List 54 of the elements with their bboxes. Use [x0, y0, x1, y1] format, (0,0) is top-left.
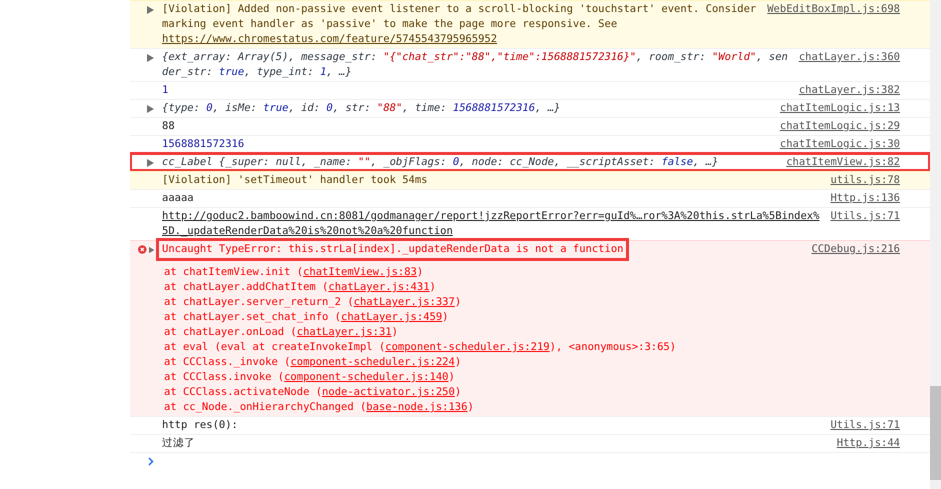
stack-frame: at eval (eval at createInvokeImpl (component-scheduler.js:219), <anonymous>:3:65): [164, 340, 900, 355]
message-text: 过滤了: [162, 437, 195, 449]
stack-frame: at CCClass._invoke (component-scheduler.js:224): [164, 355, 900, 370]
object-preview[interactable]: cc_Label {_super: null, _name: "", _objFlags: 0, node: cc_Node, __scriptAsset: false, …}: [162, 155, 778, 170]
stack-link[interactable]: chatLayer.js:459: [341, 311, 442, 323]
expand-triangle-icon[interactable]: [147, 104, 154, 112]
message-text: [Violation] 'setTimeout' handler took 54ms: [162, 174, 428, 186]
stack-frame: at chatLayer.server_return_2 (chatLayer.js:337): [164, 295, 900, 310]
message-text: 1568881572316: [162, 138, 244, 150]
message-text: 1: [162, 84, 168, 96]
stack-link[interactable]: component-scheduler.js:224: [290, 356, 455, 368]
source-link[interactable]: chatItemLogic.js:30: [780, 137, 900, 152]
stack-link[interactable]: chatLayer.js:31: [296, 326, 392, 338]
error-text: Uncaught TypeError: this.strLa[index]._updateRenderData is not a function: [156, 238, 630, 261]
object-preview[interactable]: {ext_array: Array(5), message_str: "{"chat_str":"88","time":1568881572316}", room_str: "World", sender_str: true, type_int: 1, …}: [162, 50, 791, 80]
stack-link[interactable]: component-scheduler.js:219: [385, 341, 550, 353]
source-link[interactable]: CCDebug.js:216: [811, 242, 900, 257]
stack-frame: at CCClass.invoke (component-scheduler.js:140): [164, 370, 900, 385]
expand-triangle-icon[interactable]: [147, 6, 154, 14]
stack-link[interactable]: chatLayer.js:431: [328, 281, 430, 293]
stack-link[interactable]: base-node.js:136: [366, 401, 468, 413]
source-link[interactable]: chatItemView.js:82: [786, 155, 900, 170]
source-link[interactable]: WebEditBoxImpl.js:698: [767, 2, 900, 17]
docs-link[interactable]: https://www.chromestatus.com/feature/5745543795965952: [162, 32, 760, 47]
message-text: aaaaa: [162, 192, 194, 204]
stack-frame: at chatLayer.addChatItem (chatLayer.js:431): [164, 280, 900, 295]
expand-triangle-icon[interactable]: [147, 54, 154, 62]
source-link[interactable]: utils.js:78: [830, 173, 900, 188]
source-link[interactable]: chatLayer.js:382: [798, 83, 900, 98]
message-text: 88: [162, 120, 175, 132]
stack-frame: at chatLayer.onLoad (chatLayer.js:31): [164, 325, 900, 340]
source-link[interactable]: chatItemLogic.js:29: [780, 119, 900, 134]
message-text: http res(0):: [162, 419, 238, 431]
object-preview[interactable]: {type: 0, isMe: true, id: 0, str: "88", time: 1568881572316, …}: [162, 101, 772, 116]
prompt-chevron-icon[interactable]: [148, 457, 154, 466]
report-url-link[interactable]: http://goduc2.bamboowind.cn:8081/godmanager/report!jzzReportError?err=guId%…ror%3A%20this.strLa%5Bindex%5D._updateRenderData%20is%20not%20a%20function: [162, 209, 822, 239]
stack-link[interactable]: node-activator.js:250: [322, 386, 455, 398]
source-link[interactable]: chatItemLogic.js:13: [780, 101, 900, 116]
stack-link[interactable]: chatItemView.js:83: [303, 266, 417, 278]
stack-link[interactable]: chatLayer.js:337: [354, 296, 455, 308]
stack-frame: at cc_Node._onHierarchyChanged (base-node.js:136): [164, 400, 900, 415]
source-link[interactable]: Http.js:136: [830, 191, 900, 206]
expand-triangle-icon[interactable]: [148, 246, 154, 254]
stack-frame: at chatItemView.init (chatItemView.js:83): [164, 265, 900, 280]
scrollbar[interactable]: [930, 0, 941, 489]
error-icon: [138, 244, 147, 255]
stack-frame: at chatLayer.set_chat_info (chatLayer.js:459): [164, 310, 900, 325]
expand-triangle-icon[interactable]: [147, 158, 154, 166]
source-link[interactable]: chatLayer.js:360: [798, 50, 900, 65]
stack-frame: at CCClass.activateNode (node-activator.js:250): [164, 385, 900, 400]
source-link[interactable]: Http.js:44: [836, 436, 900, 451]
source-link[interactable]: Utils.js:71: [830, 209, 900, 224]
source-link[interactable]: Utils.js:71: [830, 418, 900, 433]
stack-link[interactable]: component-scheduler.js:140: [284, 371, 448, 383]
